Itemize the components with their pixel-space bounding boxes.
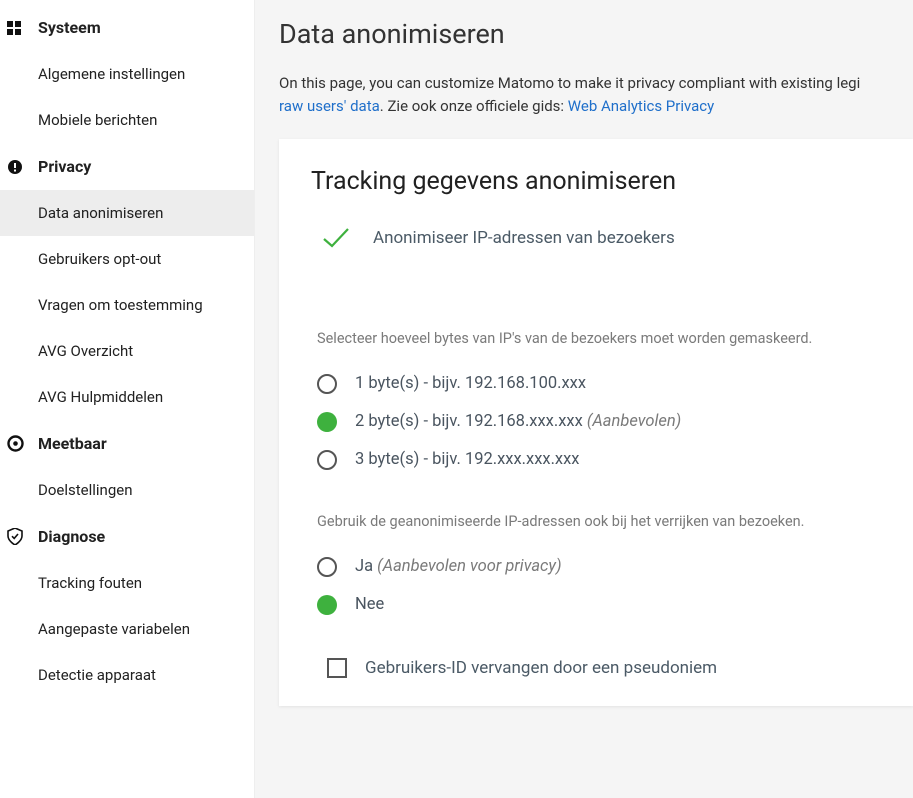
enrich-label: Gebruik de geanonimiseerde IP-adressen o… [311, 513, 881, 530]
card-title: Tracking gegevens anonimiseren [311, 167, 881, 196]
settings-card: Tracking gegevens anonimiseren Anonimise… [279, 139, 913, 706]
web-analytics-privacy-link[interactable]: Web Analytics Privacy [568, 97, 714, 115]
nav-section-systeem[interactable]: Systeem [0, 4, 254, 51]
radio-label: Nee [355, 595, 384, 614]
sidebar: Systeem Algemene instellingen Mobiele be… [0, 0, 255, 798]
nav-item-algemene-instellingen[interactable]: Algemene instellingen [0, 51, 254, 97]
radio-enrich-nee[interactable]: Nee [317, 586, 881, 624]
nav-item-tracking-fouten[interactable]: Tracking fouten [0, 560, 254, 606]
bytes-mask-label: Selecteer hoeveel bytes van IP's van de … [311, 330, 881, 347]
system-icon [6, 20, 24, 36]
radio-icon [317, 374, 337, 394]
radio-enrich-ja[interactable]: Ja (Aanbevolen voor privacy) [317, 548, 881, 586]
radio-label: 3 byte(s) - bijv. 192.xxx.xxx.xxx [355, 450, 580, 469]
nav-section-label: Systeem [38, 18, 101, 37]
radio-label: 2 byte(s) - bijv. 192.168.xxx.xxx (Aanbe… [355, 412, 681, 431]
userid-pseudonym-label: Gebruikers-ID vervangen door een pseudon… [365, 658, 717, 678]
nav-section-privacy[interactable]: Privacy [0, 143, 254, 190]
diagnose-icon [6, 528, 24, 545]
nav-item-data-anonimiseren[interactable]: Data anonimiseren [0, 190, 254, 236]
radio-label: Ja (Aanbevolen voor privacy) [355, 557, 562, 576]
page-title: Data anonimiseren [279, 18, 913, 50]
desc-text-pre: On this page, you can customize Matomo t… [279, 74, 860, 92]
radio-icon [317, 557, 337, 577]
radio-label: 1 byte(s) - bijv. 192.168.100.xxx [355, 374, 586, 393]
nav-section-meetbaar[interactable]: Meetbaar [0, 420, 254, 467]
nav-item-doelstellingen[interactable]: Doelstellingen [0, 467, 254, 513]
nav-section-diagnose[interactable]: Diagnose [0, 513, 254, 560]
nav-item-detectie-apparaat[interactable]: Detectie apparaat [0, 652, 254, 698]
ip-anonymize-label: Anonimiseer IP-adressen van bezoekers [373, 228, 675, 248]
radio-icon [317, 595, 337, 615]
nav-section-label: Privacy [38, 157, 91, 176]
radio-icon [317, 412, 337, 432]
nav-item-mobiele-berichten[interactable]: Mobiele berichten [0, 97, 254, 143]
nav-section-label: Meetbaar [38, 434, 107, 453]
nav-item-aangepaste-variabelen[interactable]: Aangepaste variabelen [0, 606, 254, 652]
radio-2-byte[interactable]: 2 byte(s) - bijv. 192.168.xxx.xxx (Aanbe… [317, 403, 881, 441]
checkbox-icon [327, 658, 347, 678]
check-icon [321, 226, 351, 250]
radio-1-byte[interactable]: 1 byte(s) - bijv. 192.168.100.xxx [317, 365, 881, 403]
ip-anonymize-toggle[interactable]: Anonimiseer IP-adressen van bezoekers [311, 226, 881, 250]
raw-users-data-link[interactable]: raw users' data [279, 97, 380, 115]
radio-icon [317, 450, 337, 470]
enrich-radio-group: Ja (Aanbevolen voor privacy) Nee [311, 548, 881, 624]
page-description: On this page, you can customize Matomo t… [279, 72, 913, 119]
nav-section-label: Diagnose [38, 527, 105, 546]
bytes-mask-radio-group: 1 byte(s) - bijv. 192.168.100.xxx 2 byte… [311, 365, 881, 479]
privacy-icon [6, 159, 24, 175]
measurable-icon [6, 435, 24, 452]
nav-item-avg-overzicht[interactable]: AVG Overzicht [0, 328, 254, 374]
nav-item-vragen-om-toestemming[interactable]: Vragen om toestemming [0, 282, 254, 328]
userid-pseudonym-checkbox[interactable]: Gebruikers-ID vervangen door een pseudon… [311, 658, 881, 678]
main-content: Data anonimiseren On this page, you can … [255, 0, 913, 798]
nav-item-gebruikers-opt-out[interactable]: Gebruikers opt-out [0, 236, 254, 282]
nav-item-avg-hulpmiddelen[interactable]: AVG Hulpmiddelen [0, 374, 254, 420]
desc-text-mid: . Zie ook onze officiele gids: [380, 97, 568, 115]
radio-3-byte[interactable]: 3 byte(s) - bijv. 192.xxx.xxx.xxx [317, 441, 881, 479]
